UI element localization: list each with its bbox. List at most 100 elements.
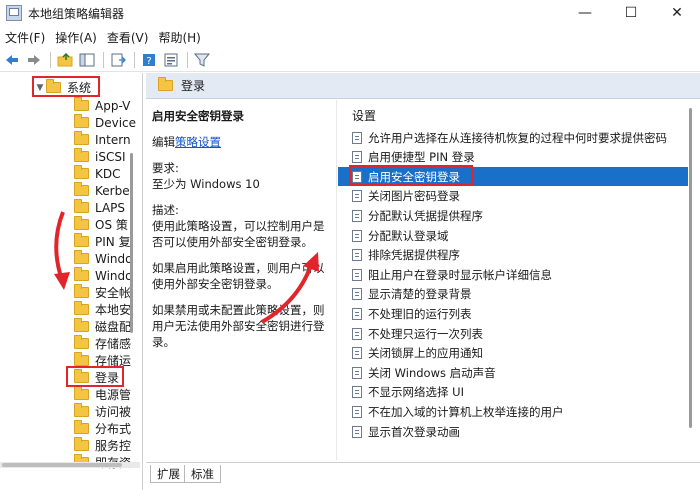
setting-label: 允许用户选择在从连接待机恢复的过程中何时要求提供密码	[368, 130, 667, 145]
tree-item[interactable]: Intern	[74, 131, 131, 148]
setting-row[interactable]: 显示首次登录动画	[338, 422, 688, 441]
tab-standard[interactable]: 标准	[184, 465, 221, 483]
settings-scrollbar[interactable]	[689, 108, 692, 428]
setting-row[interactable]: 不处理旧的运行列表	[338, 304, 688, 323]
tree-item[interactable]: Device	[74, 114, 136, 131]
setting-row[interactable]: 关闭锁屏上的应用通知	[338, 344, 688, 363]
tree-item[interactable]: 安全帐	[74, 284, 131, 301]
tree-item[interactable]: 本地安	[74, 301, 131, 318]
tree-item[interactable]: 分布式	[74, 420, 131, 437]
maximize-button[interactable]: ☐	[608, 0, 654, 26]
tree-item-label: Windo	[95, 251, 133, 266]
back-icon[interactable]	[2, 50, 22, 70]
policy-setting-icon	[352, 366, 362, 379]
folder-icon	[158, 77, 173, 91]
folder-icon	[74, 97, 89, 111]
setting-row[interactable]: 不处理只运行一次列表	[338, 324, 688, 343]
setting-row[interactable]: 允许用户选择在从连接待机恢复的过程中何时要求提供密码	[338, 128, 688, 147]
tree-item[interactable]: 存储感	[74, 335, 131, 352]
properties-icon[interactable]	[161, 50, 181, 70]
tree-item-label: 分布式	[95, 422, 132, 436]
filter-icon[interactable]	[192, 50, 212, 70]
edit-policy-line: 编辑策略设置	[152, 134, 330, 150]
folder-icon	[74, 165, 89, 179]
tree-item[interactable]: LAPS	[74, 199, 125, 216]
setting-row[interactable]: 分配默认凭据提供程序	[338, 206, 688, 225]
close-button[interactable]: ✕	[654, 0, 700, 26]
minimize-button[interactable]: —	[562, 0, 608, 26]
policy-setting-icon	[352, 249, 362, 262]
help-icon[interactable]: ?	[139, 50, 159, 70]
setting-label: 不处理旧的运行列表	[368, 306, 472, 321]
setting-label: 显示首次登录动画	[368, 424, 460, 439]
menu-action[interactable]: 操作(A)	[50, 29, 102, 46]
tree-item[interactable]: PIN 复	[74, 233, 131, 250]
policy-setting-icon	[352, 229, 362, 242]
export-icon[interactable]	[108, 50, 128, 70]
toolbar-separator	[134, 51, 135, 68]
setting-row[interactable]: 阻止用户在登录时显示帐户详细信息	[338, 265, 688, 284]
setting-row[interactable]: 关闭图片密码登录	[338, 187, 688, 206]
folder-icon	[74, 267, 89, 281]
description-text-2: 如果启用此策略设置，则用户可以使用外部安全密钥登录。	[152, 261, 325, 291]
tree-item-label: 访问被	[95, 405, 132, 419]
tree-item-label: Windo	[95, 268, 133, 283]
pane-divider	[336, 100, 337, 460]
toolbar-separator	[187, 51, 188, 68]
tree-item[interactable]: App-V	[74, 97, 130, 114]
policy-editor-app-icon	[6, 5, 22, 21]
setting-row[interactable]: 不在加入域的计算机上枚举连接的用户	[338, 402, 688, 421]
tree-item-label: Kerbe	[95, 183, 130, 198]
menu-view[interactable]: 查看(V)	[102, 29, 154, 46]
folder-icon	[74, 335, 89, 349]
folder-icon	[74, 148, 89, 162]
tree-item[interactable]: 磁盘配	[74, 318, 131, 335]
description-text-1: 使用此策略设置，可以控制用户是否可以使用外部安全密钥登录。	[152, 219, 325, 249]
tree-scrollbar[interactable]	[130, 153, 133, 333]
forward-icon[interactable]	[24, 50, 44, 70]
tree-item[interactable]: iSCSI	[74, 148, 126, 165]
setting-row[interactable]: 不显示网络选择 UI	[338, 383, 688, 402]
setting-row[interactable]: 排除凭据提供程序	[338, 246, 688, 265]
folder-icon	[74, 233, 89, 247]
policy-title: 启用安全密钥登录	[152, 109, 244, 123]
setting-label: 阻止用户在登录时显示帐户详细信息	[368, 267, 552, 282]
column-header-setting[interactable]: 设置	[338, 106, 688, 124]
menu-file[interactable]: 文件(F)	[0, 29, 50, 46]
view-tabs: 扩展 标准	[146, 462, 700, 490]
description-panel: 启用安全密钥登录 编辑策略设置 要求: 至少为 Windows 10 描述: 使…	[146, 100, 336, 460]
menu-help[interactable]: 帮助(H)	[153, 29, 205, 46]
setting-row[interactable]: 分配默认登录域	[338, 226, 688, 245]
tree-item[interactable]: Windo	[74, 250, 133, 267]
tree-item[interactable]: 访问被	[74, 403, 131, 420]
tree-item[interactable]: Windo	[74, 267, 133, 284]
folder-icon	[74, 403, 89, 417]
setting-row[interactable]: 启用便捷型 PIN 登录	[338, 148, 688, 167]
highlight-box-system	[32, 76, 100, 97]
policy-setting-icon	[352, 151, 362, 164]
edit-prefix: 编辑	[152, 135, 175, 149]
show-tree-icon[interactable]	[77, 50, 97, 70]
setting-row[interactable]: 显示清楚的登录背景	[338, 285, 688, 304]
requirements-block: 要求: 至少为 Windows 10	[152, 160, 330, 192]
tree-item[interactable]: KDC	[74, 165, 121, 182]
policy-setting-icon	[352, 131, 362, 144]
setting-label: 不显示网络选择 UI	[368, 385, 464, 400]
setting-label: 关闭锁屏上的应用通知	[368, 346, 483, 361]
setting-label: 关闭图片密码登录	[368, 189, 460, 204]
tab-extended[interactable]: 扩展	[150, 465, 187, 483]
tree-item-label: PIN 复	[95, 235, 131, 249]
policy-setting-icon	[352, 386, 362, 399]
edit-policy-link[interactable]: 策略设置	[175, 135, 221, 149]
setting-row[interactable]: 关闭 Windows 启动声音	[338, 363, 688, 382]
tree-item[interactable]: OS 策	[74, 216, 128, 233]
policy-setting-icon	[352, 190, 362, 203]
tree-horizontal-scrollbar[interactable]	[0, 462, 140, 468]
tree-item[interactable]: 服务控	[74, 437, 131, 454]
up-folder-icon[interactable]	[55, 50, 75, 70]
pane-header: 登录	[146, 73, 700, 99]
policy-setting-icon	[352, 425, 362, 438]
toolbar-separator	[50, 51, 51, 68]
tree-item[interactable]: Kerbe	[74, 182, 130, 199]
tree-item[interactable]: 电源管	[74, 386, 131, 403]
